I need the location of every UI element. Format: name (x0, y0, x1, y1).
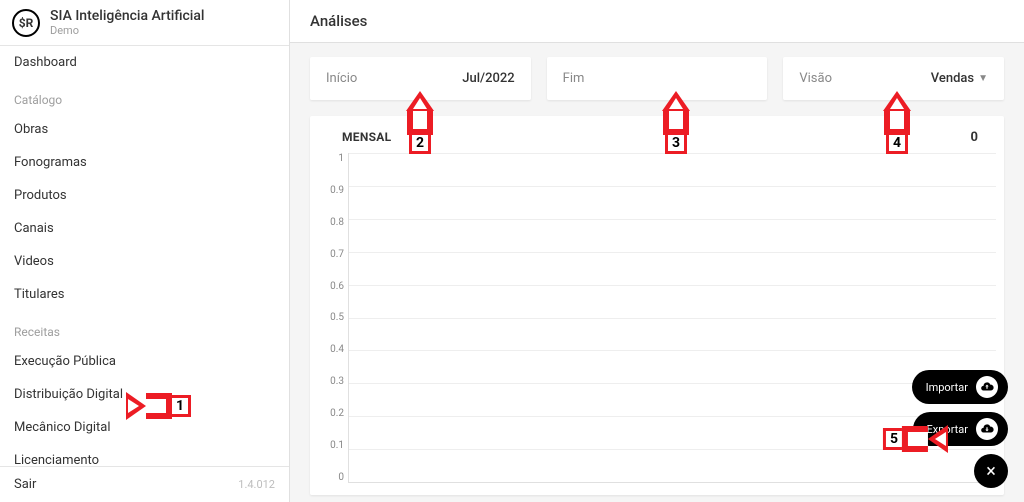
sidebar-item-mecanico-digital[interactable]: Mecânico Digital (0, 411, 289, 444)
chart-grid (348, 153, 996, 483)
close-icon: × (986, 461, 996, 482)
version-label: 1.4.012 (238, 478, 275, 491)
fab-stack: Importar Exportar × (912, 370, 1008, 488)
chart-title: MENSAL (342, 130, 391, 145)
sidebar-item-obras[interactable]: Obras (0, 113, 289, 146)
filter-vision[interactable]: Visão Vendas ▼ (783, 57, 1004, 100)
sidebar-item-titulares[interactable]: Titulares (0, 278, 289, 311)
sidebar-header: $R SIA Inteligência Artificial Demo (0, 0, 289, 46)
exit-button[interactable]: Sair (14, 477, 36, 492)
filter-vision-label: Visão (799, 71, 832, 86)
sidebar-item-dashboard[interactable]: Dashboard (0, 46, 289, 79)
export-button[interactable]: Exportar (913, 412, 1008, 446)
filter-start[interactable]: Início Jul/2022 (310, 57, 531, 100)
chart-y-axis: 1 0.9 0.8 0.7 0.6 0.5 0.4 0.3 0.2 0.1 0 (318, 153, 348, 483)
cloud-upload-icon (976, 376, 998, 398)
sidebar-section-catalogo: Catálogo (0, 79, 289, 113)
ytick: 0.2 (330, 408, 344, 419)
sidebar-section-receitas: Receitas (0, 311, 289, 345)
sidebar-item-distribuicao-digital[interactable]: Distribuição Digital (0, 378, 289, 411)
filter-start-value: Jul/2022 (462, 71, 514, 86)
ytick: 0.1 (330, 440, 344, 451)
filter-vision-value: Vendas (931, 71, 974, 86)
sidebar-footer: Sair 1.4.012 (0, 466, 289, 502)
filter-start-label: Início (326, 71, 357, 86)
sidebar: $R SIA Inteligência Artificial Demo Dash… (0, 0, 290, 502)
sidebar-item-produtos[interactable]: Produtos (0, 179, 289, 212)
ytick: 0 (338, 472, 344, 483)
brand-logo-icon: $R (12, 9, 40, 37)
sidebar-scroll[interactable]: Dashboard Catálogo Obras Fonogramas Prod… (0, 46, 289, 466)
chart-card: MENSAL 0 1 0.9 0.8 0.7 0.6 0.5 0.4 0.3 0… (310, 116, 1004, 495)
sidebar-item-videos[interactable]: Videos (0, 245, 289, 278)
page-title: Análises (290, 0, 1024, 43)
sidebar-item-canais[interactable]: Canais (0, 212, 289, 245)
sidebar-item-licenciamento[interactable]: Licenciamento (0, 444, 289, 466)
main: Análises Início Jul/2022 Fim Visão Venda… (290, 0, 1024, 502)
import-label: Importar (926, 381, 968, 394)
import-button[interactable]: Importar (912, 370, 1008, 404)
ytick: 1 (338, 153, 344, 164)
chevron-down-icon: ▼ (978, 73, 988, 84)
export-label: Exportar (927, 423, 968, 436)
ytick: 0.6 (330, 281, 344, 292)
brand-title: SIA Inteligência Artificial (50, 8, 205, 24)
ytick: 0.8 (330, 217, 344, 228)
chart-total: 0 (971, 130, 978, 145)
ytick: 0.5 (330, 312, 344, 323)
ytick: 0.9 (330, 185, 344, 196)
brand-subtitle: Demo (50, 24, 205, 37)
ytick: 0.4 (330, 344, 344, 355)
sidebar-item-execucao-publica[interactable]: Execução Pública (0, 345, 289, 378)
filter-end[interactable]: Fim (547, 57, 768, 100)
filter-row: Início Jul/2022 Fim Visão Vendas ▼ (310, 57, 1004, 100)
sidebar-item-fonogramas[interactable]: Fonogramas (0, 146, 289, 179)
ytick: 0.7 (330, 249, 344, 260)
close-fab-button[interactable]: × (974, 454, 1008, 488)
filter-end-label: Fim (563, 71, 585, 86)
cloud-download-icon (976, 418, 998, 440)
ytick: 0.3 (330, 376, 344, 387)
